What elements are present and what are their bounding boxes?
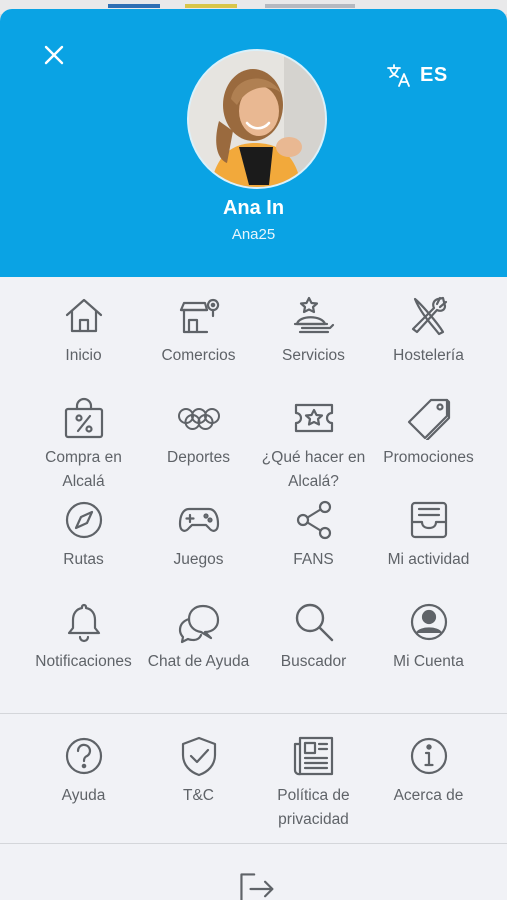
- language-selector[interactable]: ES: [386, 61, 448, 89]
- section-divider: [0, 843, 507, 844]
- menu-item-tyc[interactable]: T&C: [141, 732, 256, 834]
- close-button[interactable]: [38, 39, 70, 71]
- menu-item-label: Acerca de: [393, 787, 464, 804]
- shopping-bag-icon: [60, 394, 108, 442]
- menu-item-label: Mi actividad: [387, 551, 470, 568]
- compass-icon: [60, 496, 108, 544]
- menu-item-label: Chat de Ayuda: [147, 653, 250, 670]
- logout-icon: [240, 873, 274, 900]
- logout-button[interactable]: [232, 869, 280, 900]
- language-code: ES: [420, 63, 448, 86]
- menu-item-servicios[interactable]: Servicios: [256, 292, 371, 394]
- menu-item-label: FANS: [293, 551, 334, 568]
- menu-item-label: Rutas: [63, 551, 104, 568]
- menu-item-acerca-de[interactable]: Acerca de: [371, 732, 486, 834]
- menu-item-label: Mi Cuenta: [393, 653, 464, 670]
- account-icon: [405, 598, 453, 646]
- user-name: Ana In: [222, 197, 285, 219]
- menu-item-label: Inicio: [65, 347, 102, 364]
- menu-item-label: ¿Qué hacer en Alcalá?: [261, 449, 366, 490]
- user-handle: Ana25: [231, 226, 276, 243]
- menu-item-label: Compra en Alcalá: [45, 449, 122, 490]
- main-menu-grid: Inicio Comercios Servicios Hostelería Co…: [26, 292, 486, 700]
- service-icon: [290, 292, 338, 340]
- inbox-icon: [405, 496, 453, 544]
- menu-item-comercios[interactable]: Comercios: [141, 292, 256, 394]
- secondary-menu-grid: Ayuda T&C Política de privacidad Acerca …: [26, 732, 486, 834]
- section-divider: [0, 713, 507, 714]
- home-icon: [60, 292, 108, 340]
- menu-item-politica-privacidad[interactable]: Política de privacidad: [256, 732, 371, 834]
- gamepad-icon: [175, 496, 223, 544]
- translate-icon: [387, 64, 410, 87]
- side-menu-sheet: ES Ana In Ana25 Inicio Comercios Servici…: [0, 9, 507, 900]
- newspaper-icon: [290, 732, 338, 780]
- menu-item-mi-actividad[interactable]: Mi actividad: [371, 496, 486, 598]
- menu-item-rutas[interactable]: Rutas: [26, 496, 141, 598]
- menu-item-fans[interactable]: FANS: [256, 496, 371, 598]
- menu-item-juegos[interactable]: Juegos: [141, 496, 256, 598]
- menu-item-ayuda[interactable]: Ayuda: [26, 732, 141, 834]
- menu-item-hosteleria[interactable]: Hostelería: [371, 292, 486, 394]
- menu-item-label: Servicios: [282, 347, 345, 364]
- search-icon: [290, 598, 338, 646]
- menu-item-notificaciones[interactable]: Notificaciones: [26, 598, 141, 700]
- menu-item-label: Notificaciones: [35, 653, 132, 670]
- menu-item-inicio[interactable]: Inicio: [26, 292, 141, 394]
- menu-item-label: Política de privacidad: [277, 787, 350, 828]
- avatar-photo: [189, 51, 325, 187]
- menu-item-label: Ayuda: [61, 787, 106, 804]
- menu-item-buscador[interactable]: Buscador: [256, 598, 371, 700]
- shield-check-icon: [175, 732, 223, 780]
- menu-item-label: Deportes: [167, 449, 230, 466]
- close-icon: [44, 45, 64, 65]
- menu-item-promociones[interactable]: Promociones: [371, 394, 486, 496]
- help-icon: [60, 732, 108, 780]
- menu-item-compra-en-alcala[interactable]: Compra en Alcalá: [26, 394, 141, 496]
- menu-item-label: Juegos: [173, 551, 224, 568]
- chat-icon: [175, 598, 223, 646]
- share-icon: [290, 496, 338, 544]
- menu-item-deportes[interactable]: Deportes: [141, 394, 256, 496]
- menu-item-label: Comercios: [161, 347, 236, 364]
- tag-icon: [405, 394, 453, 442]
- menu-item-mi-cuenta[interactable]: Mi Cuenta: [371, 598, 486, 700]
- menu-item-que-hacer[interactable]: ¿Qué hacer en Alcalá?: [256, 394, 371, 496]
- ticket-icon: [290, 394, 338, 442]
- profile-header: ES Ana In Ana25: [0, 9, 507, 277]
- info-icon: [405, 732, 453, 780]
- fork-knife-icon: [405, 292, 453, 340]
- olympic-rings-icon: [175, 394, 223, 442]
- menu-item-label: T&C: [183, 787, 214, 804]
- menu-item-chat-de-ayuda[interactable]: Chat de Ayuda: [141, 598, 256, 700]
- menu-item-label: Promociones: [383, 449, 474, 466]
- store-icon: [175, 292, 223, 340]
- bell-icon: [60, 598, 108, 646]
- menu-item-label: Buscador: [280, 653, 347, 670]
- avatar: [189, 51, 325, 187]
- menu-item-label: Hostelería: [393, 347, 464, 364]
